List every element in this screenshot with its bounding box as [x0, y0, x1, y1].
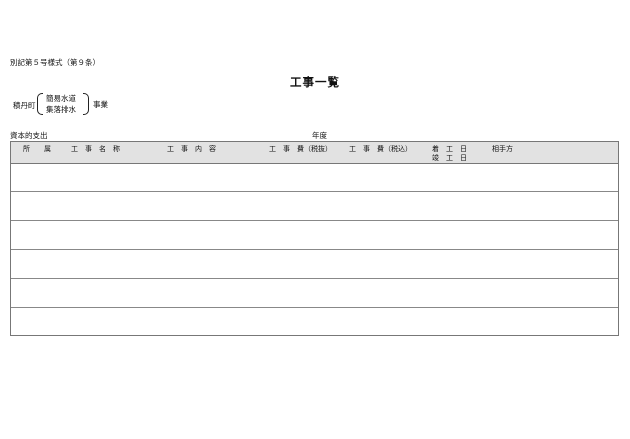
- project-option-water-supply: 簡易水道: [46, 94, 76, 103]
- table-row: [11, 250, 618, 279]
- column-contractor: 相手方: [492, 145, 513, 153]
- column-completion-date: 竣 工 日: [432, 154, 467, 162]
- table-row: [11, 279, 618, 308]
- town-name: 積丹町: [13, 101, 36, 110]
- table-row: [11, 308, 618, 337]
- capital-expenditure-label: 資本的支出: [10, 131, 48, 140]
- table-row: [11, 221, 618, 250]
- table-header: 所 属 工 事 名 称 工 事 内 容 工 事 費（税抜） 工 事 費（税込） …: [11, 142, 618, 164]
- page-title: 工事一覧: [290, 75, 340, 89]
- table-row: [11, 163, 618, 192]
- table-row: [11, 192, 618, 221]
- column-project-name: 工 事 名 称: [71, 145, 120, 153]
- left-brace: [37, 93, 43, 115]
- column-affiliation: 所 属: [23, 145, 51, 153]
- column-project-content: 工 事 内 容: [167, 145, 216, 153]
- form-reference: 別記第５号様式（第９条）: [10, 58, 100, 67]
- business-suffix: 事業: [93, 100, 108, 109]
- column-cost-incl-tax: 工 事 費（税込）: [349, 145, 412, 153]
- project-table: 所 属 工 事 名 称 工 事 内 容 工 事 費（税抜） 工 事 費（税込） …: [10, 141, 619, 336]
- project-option-drainage: 集落排水: [46, 105, 76, 114]
- right-brace: [83, 93, 89, 115]
- fiscal-year-label: 年度: [312, 131, 327, 140]
- column-cost-excl-tax: 工 事 費（税抜）: [269, 145, 332, 153]
